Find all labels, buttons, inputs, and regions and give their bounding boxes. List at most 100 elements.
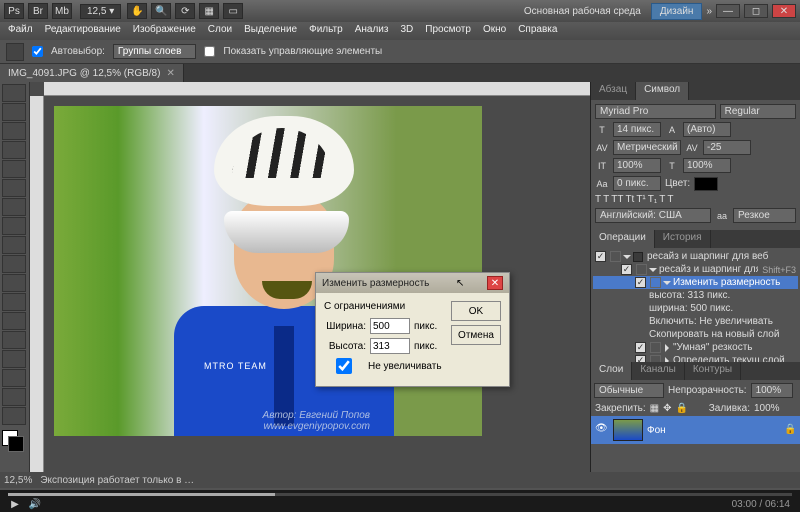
menu-window[interactable]: Окно	[483, 24, 506, 38]
crop-tool[interactable]	[2, 160, 26, 178]
action-step-sharpen[interactable]: ✓"Умная" резкость	[593, 341, 798, 354]
leading-field[interactable]: (Авто)	[683, 122, 731, 137]
bridge-icon[interactable]: Br	[28, 3, 48, 19]
lang-dropdown[interactable]: Английский: США	[595, 208, 711, 223]
smallcaps-icon[interactable]: Tt	[625, 194, 634, 205]
volume-icon[interactable]: 🔊	[28, 497, 42, 511]
menu-edit[interactable]: Редактирование	[45, 24, 121, 38]
status-zoom[interactable]: 12,5%	[4, 475, 32, 486]
eraser-tool[interactable]	[2, 274, 26, 292]
dodge-tool[interactable]	[2, 331, 26, 349]
tab-paths[interactable]: Контуры	[685, 362, 741, 380]
maximize-button[interactable]: ◻	[744, 4, 768, 18]
action-step-layer1[interactable]: ✓Определить текущ слой	[593, 354, 798, 362]
dont-enlarge-checkbox[interactable]	[324, 358, 364, 374]
history-brush-tool[interactable]	[2, 255, 26, 273]
path-tool[interactable]	[2, 388, 26, 406]
super-icon[interactable]: T¹	[636, 194, 645, 205]
doc-tab[interactable]: IMG_4091.JPG @ 12,5% (RGB/8) ✕	[0, 64, 184, 82]
autoselect-checkbox[interactable]	[32, 46, 43, 57]
action-step-resize[interactable]: ✓Изменить размерность	[593, 276, 798, 289]
chevrons-icon[interactable]: »	[706, 6, 712, 17]
autoselect-dropdown[interactable]: Группы слоев	[113, 44, 196, 59]
hscale-field[interactable]: 100%	[683, 158, 731, 173]
status-info[interactable]: Экспозиция работает только в …	[40, 475, 194, 486]
width-input[interactable]	[370, 318, 410, 334]
ruler-vertical[interactable]	[30, 96, 44, 472]
dialog-titlebar[interactable]: Изменить размерность ✕	[316, 273, 509, 293]
sub-icon[interactable]: T₁	[648, 194, 657, 205]
menu-file[interactable]: Файл	[8, 24, 33, 38]
lasso-tool[interactable]	[2, 122, 26, 140]
showcontrols-checkbox[interactable]	[204, 46, 215, 57]
close-button[interactable]: ✕	[772, 4, 796, 18]
visibility-icon[interactable]: 👁	[595, 423, 609, 437]
arrange-icon[interactable]: ▦	[199, 3, 219, 19]
layer-name[interactable]: Фон	[647, 425, 780, 436]
strike-icon[interactable]: T	[667, 194, 673, 205]
rotate-icon[interactable]: ⟳	[175, 3, 195, 19]
stamp-tool[interactable]	[2, 236, 26, 254]
eyedropper-tool[interactable]	[2, 179, 26, 197]
close-tab-icon[interactable]: ✕	[166, 68, 174, 79]
lock-position-icon[interactable]: ✥	[663, 403, 671, 414]
tab-layers[interactable]: Слои	[591, 362, 632, 380]
opacity-field[interactable]: 100%	[751, 383, 793, 398]
font-size-field[interactable]: 14 пикс.	[613, 122, 661, 137]
font-family-dropdown[interactable]: Myriad Pro	[595, 104, 716, 119]
wand-tool[interactable]	[2, 141, 26, 159]
cancel-button[interactable]: Отмена	[451, 325, 501, 345]
tab-symbol[interactable]: Символ	[636, 82, 689, 100]
menu-3d[interactable]: 3D	[400, 24, 413, 38]
screen-icon[interactable]: ▭	[223, 3, 243, 19]
blur-tool[interactable]	[2, 312, 26, 330]
baseline-field[interactable]: 0 пикс.	[613, 176, 661, 191]
action-set-row[interactable]: ✓ресайз и шарпинг для веб	[593, 250, 798, 263]
tab-history[interactable]: История	[655, 230, 711, 248]
tracking-field[interactable]: -25	[703, 140, 751, 155]
menu-image[interactable]: Изображение	[133, 24, 196, 38]
type-tool[interactable]	[2, 369, 26, 387]
design-button[interactable]: Дизайн	[651, 3, 703, 20]
italic-icon[interactable]: T	[603, 194, 609, 205]
action-row[interactable]: ✓ресайз и шарпинг для вебShift+F3	[593, 263, 798, 276]
menu-filter[interactable]: Фильтр	[309, 24, 343, 38]
color-swatch[interactable]	[2, 430, 24, 452]
progress-bar[interactable]	[8, 493, 792, 496]
ok-button[interactable]: OK	[451, 301, 501, 321]
menu-view[interactable]: Просмотр	[425, 24, 471, 38]
pen-tool[interactable]	[2, 350, 26, 368]
marquee-tool[interactable]	[2, 103, 26, 121]
height-input[interactable]	[370, 338, 410, 354]
tab-actions[interactable]: Операции	[591, 230, 655, 248]
layer-thumbnail[interactable]	[613, 419, 643, 441]
move-tool-icon[interactable]	[6, 43, 24, 61]
move-tool[interactable]	[2, 84, 26, 102]
ruler-horizontal[interactable]	[44, 82, 590, 96]
fill-field[interactable]: 100%	[754, 403, 796, 414]
play-button[interactable]: ▶	[8, 497, 22, 511]
shape-tool[interactable]	[2, 407, 26, 425]
vscale-field[interactable]: 100%	[613, 158, 661, 173]
menu-select[interactable]: Выделение	[244, 24, 297, 38]
blend-mode-dropdown[interactable]: Обычные	[594, 383, 664, 398]
menu-help[interactable]: Справка	[518, 24, 557, 38]
title-zoom[interactable]: 12,5 ▾	[80, 4, 121, 19]
menu-layers[interactable]: Слои	[208, 24, 232, 38]
gradient-tool[interactable]	[2, 293, 26, 311]
zoom-icon[interactable]: 🔍	[151, 3, 171, 19]
tab-abzac[interactable]: Абзац	[591, 82, 636, 100]
kerning-field[interactable]: Метрический	[613, 140, 681, 155]
dialog-close-icon[interactable]: ✕	[487, 276, 503, 290]
menu-analysis[interactable]: Анализ	[355, 24, 389, 38]
text-color-swatch[interactable]	[694, 177, 718, 191]
lock-all-icon[interactable]: 🔒	[676, 403, 688, 414]
font-style-dropdown[interactable]: Regular	[720, 104, 796, 119]
mb-icon[interactable]: Mb	[52, 3, 72, 19]
lock-pixels-icon[interactable]: ▦	[650, 403, 659, 414]
brush-tool[interactable]	[2, 217, 26, 235]
minimize-button[interactable]: —	[716, 4, 740, 18]
bold-icon[interactable]: T	[595, 194, 601, 205]
hand-icon[interactable]: ✋	[127, 3, 147, 19]
ps-icon[interactable]: Ps	[4, 3, 24, 19]
